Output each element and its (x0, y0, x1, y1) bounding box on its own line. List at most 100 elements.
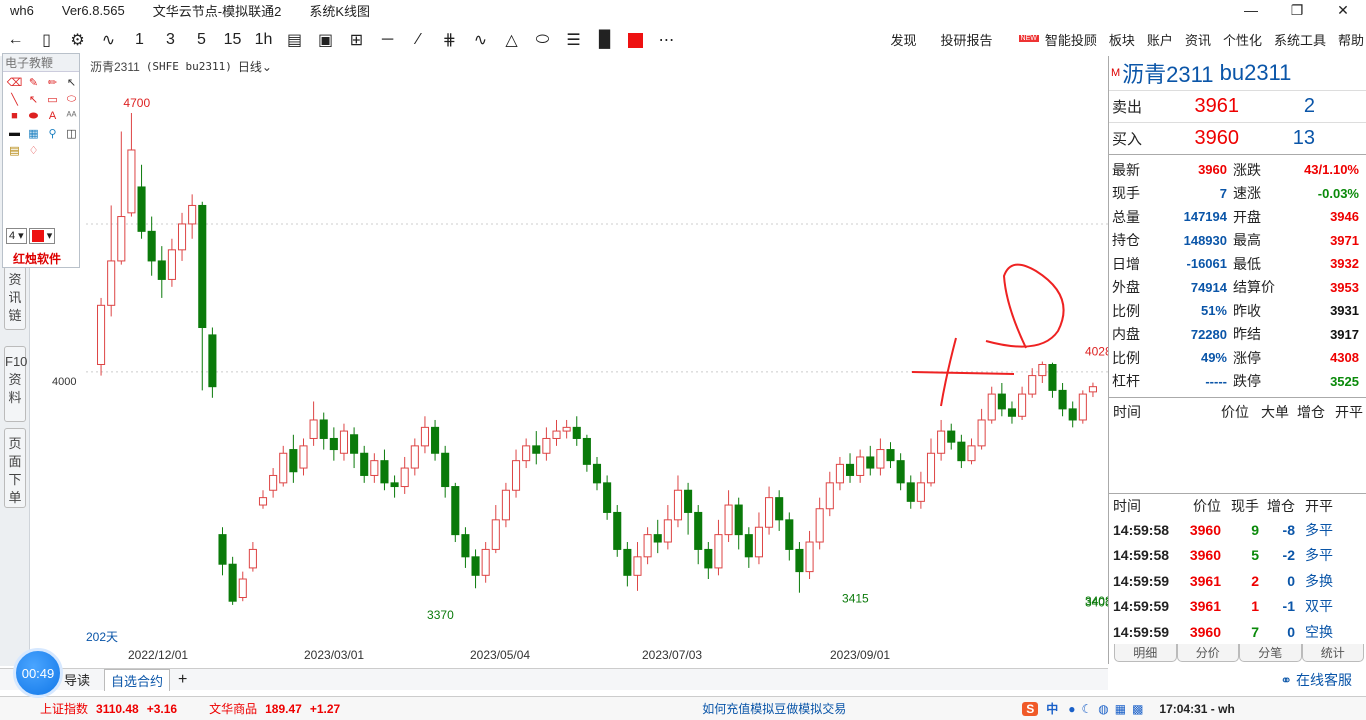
candle-body (289, 449, 298, 473)
text-icon[interactable]: A (43, 110, 62, 123)
recording-timer[interactable]: 00:49 (13, 648, 63, 698)
chart-period[interactable]: 日线⌄ (238, 58, 272, 75)
tab-news-chain[interactable]: 资讯链 (4, 266, 26, 330)
wave-line-icon[interactable]: ∿ (465, 27, 496, 53)
menu-discover[interactable]: 发现 (891, 30, 917, 49)
menu-sector[interactable]: 板块 (1109, 30, 1135, 49)
color-picker-icon[interactable] (620, 27, 651, 53)
tray-icons: ●☾◍▦▩ (1068, 701, 1150, 716)
save-icon[interactable]: ◫ (62, 127, 81, 140)
candlestick-chart[interactable]: 470033703415340834034028 (86, 56, 1108, 644)
candle-body (198, 204, 207, 329)
tick-col-vol: 现手 (1231, 497, 1259, 514)
eraser-icon[interactable]: ⌫ (5, 76, 24, 89)
online-service[interactable]: ⚭ 在线客服 (1280, 670, 1352, 690)
fibonacci-icon[interactable]: ☰ (558, 27, 589, 53)
more-icon[interactable]: ⋯ (651, 27, 682, 53)
index2-name[interactable]: 文华商品 (209, 700, 257, 717)
bid-row[interactable]: 买入 3960 13 (1109, 122, 1366, 154)
color-select[interactable]: ▾ (28, 228, 56, 244)
ime-mode[interactable]: 中 (1046, 700, 1058, 717)
stat-label: 最低 (1233, 255, 1261, 272)
ime-icon[interactable]: S (1022, 701, 1039, 716)
pointer-icon[interactable]: ↖ (62, 76, 81, 89)
menu-personalize[interactable]: 个性化 (1223, 30, 1262, 49)
ask-row[interactable]: 卖出 3961 2 (1109, 90, 1366, 122)
index1-name[interactable]: 上证指数 (40, 700, 88, 717)
chart-symbol: 沥青2311 (90, 59, 140, 74)
horizontal-line-icon[interactable]: ─ (372, 27, 403, 53)
open-folder-icon[interactable]: ▤ (5, 144, 24, 157)
parallel-line-icon[interactable]: ⋕ (434, 27, 465, 53)
menu-system-tools[interactable]: 系统工具 (1274, 30, 1326, 49)
rectangle-icon[interactable]: ▭ (43, 93, 62, 106)
stat-value: -16061 (1186, 256, 1227, 272)
font-size-icon[interactable]: ᴬᴬ (62, 110, 81, 123)
candle-body (390, 482, 399, 488)
black-bar-icon[interactable]: ▬ (5, 127, 24, 140)
pen-icon[interactable]: ✎ (24, 76, 43, 89)
tab-stats[interactable]: 统计 (1301, 644, 1364, 662)
minimize-icon[interactable]: — (1228, 0, 1274, 20)
tick-col-price: 价位 (1193, 497, 1221, 514)
candle-body (137, 186, 146, 232)
stat-value: -0.03% (1317, 185, 1359, 201)
candlestick-icon[interactable]: ▯ (31, 27, 62, 53)
period-1h-button[interactable]: 1h (248, 27, 279, 53)
candle-body (127, 149, 136, 214)
menu-advisor[interactable]: 智能投顾 (1045, 30, 1097, 49)
tab-ticks[interactable]: 分笔 (1239, 644, 1302, 662)
marquee-text[interactable]: 如何充值模拟豆做模拟交易 (702, 700, 846, 717)
kline-chart[interactable]: 470033703415340834034028 (86, 56, 1108, 644)
big-order-list (1109, 425, 1366, 489)
diamond-icon[interactable]: ♢ (24, 144, 43, 157)
image-icon[interactable]: ▦ (24, 127, 43, 140)
period-5min-button[interactable]: 5 (186, 27, 217, 53)
candle-body (157, 260, 166, 280)
drawing-panel[interactable]: 电子教鞭 ⌫ ✎ ✏ ↖ ╲ ↖ ▭ ⬭ ■ ⬬ A ᴬᴬ ▬ ▦ ⚲ ◫ ▤ … (2, 53, 80, 268)
arrow-icon[interactable]: ↖ (24, 93, 43, 106)
menu-news[interactable]: 资讯 (1185, 30, 1211, 49)
ellipse-outline-icon[interactable]: ⬭ (62, 93, 81, 106)
menu-account[interactable]: 账户 (1147, 30, 1173, 49)
daily-period-icon[interactable]: ▤ (279, 27, 310, 53)
back-arrow-icon[interactable]: ← (0, 27, 31, 53)
triangle-icon[interactable]: △ (496, 27, 527, 53)
period-1min-button[interactable]: 1 (124, 27, 155, 53)
menu-research[interactable]: 投研报告 NEW (929, 30, 1039, 49)
weekly-period-icon[interactable]: ▣ (310, 27, 341, 53)
filled-ellipse-icon[interactable]: ⬬ (24, 110, 43, 123)
tab-detail[interactable]: 明细 (1114, 644, 1177, 662)
stat-value: 4308 (1330, 350, 1359, 366)
indicator-icon[interactable]: ⚙ (62, 27, 93, 53)
tab-price-dist[interactable]: 分价 (1176, 644, 1239, 662)
candle-body (441, 452, 450, 488)
stat-value: 148930 (1183, 232, 1227, 248)
cycle-line-icon[interactable]: █ (589, 27, 620, 53)
stat-value: 7 (1219, 185, 1227, 201)
filled-rect-icon[interactable]: ■ (5, 110, 24, 123)
chart-period-label: 日线 (237, 59, 262, 74)
ellipse-icon[interactable]: ⬭ (527, 27, 558, 53)
tab-f10[interactable]: F10资料 (4, 346, 27, 422)
maximize-icon[interactable]: ❐ (1274, 0, 1320, 20)
candle-body (228, 563, 237, 602)
close-icon[interactable]: ✕ (1320, 0, 1366, 20)
marker-icon[interactable]: ✏ (43, 76, 62, 89)
tab-watchlist[interactable]: 自选合约 (104, 668, 171, 691)
trend-line-icon[interactable]: ∕ (403, 27, 434, 53)
period-3min-button[interactable]: 3 (155, 27, 186, 53)
line-icon[interactable]: ╲ (5, 93, 24, 106)
tab-page-order[interactable]: 页面下单 (4, 428, 26, 508)
zoom-icon[interactable]: ⚲ (43, 127, 62, 140)
layout-grid-icon[interactable]: ⊞ (341, 27, 372, 53)
line-width-select[interactable]: 4 ▾ (6, 228, 27, 244)
menu-help[interactable]: 帮助 (1338, 30, 1364, 49)
add-tab-button[interactable]: + (178, 671, 187, 689)
draw-tools-icon[interactable]: ∿ (93, 27, 124, 53)
menu-research-label: 投研报告 (940, 33, 993, 48)
period-15min-button[interactable]: 15 (217, 27, 248, 53)
server-node[interactable]: 文华云节点-模拟联通2 (153, 1, 282, 20)
tab-guide[interactable]: 导读 (64, 670, 90, 689)
candle-body (775, 497, 784, 521)
